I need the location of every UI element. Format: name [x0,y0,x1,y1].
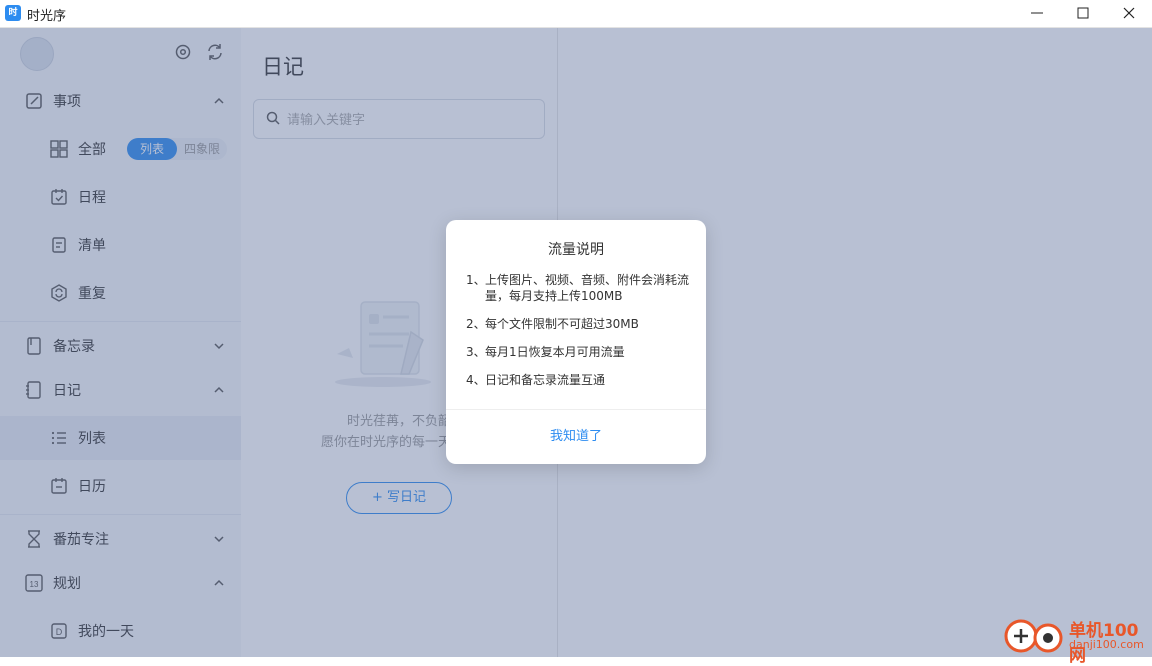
rule-number: 1、 [466,273,486,287]
got-it-button[interactable]: 我知道了 [446,410,706,464]
minimize-button[interactable] [1014,0,1060,27]
rule-text: 日记和备忘录流量互通 [485,373,606,387]
close-button[interactable] [1106,0,1152,27]
site-watermark: 单机100网 danji100.com [1003,614,1152,666]
dialog-rule: 1、 上传图片、视频、音频、附件会消耗流量，每月支持上传100MB [466,272,696,304]
rule-number: 3、 [466,345,486,359]
dialog-title: 流量说明 [548,242,604,258]
watermark-logo-icon [1003,614,1065,657]
maximize-button[interactable] [1060,0,1106,27]
rule-text: 每个文件限制不可超过30MB [485,317,639,331]
rule-text: 上传图片、视频、音频、附件会消耗流量，每月支持上传100MB [485,273,690,303]
watermark-url: danji100.com [1069,638,1144,651]
rule-number: 4、 [466,373,486,387]
window-title: 时光序 [27,9,67,24]
traffic-info-dialog: 流量说明 1、 上传图片、视频、音频、附件会消耗流量，每月支持上传100MB 2… [446,220,706,464]
app-logo-icon: 时 [5,5,21,21]
rule-text: 每月1日恢复本月可用流量 [485,345,625,359]
rule-number: 2、 [466,317,486,331]
title-bar: 时 时光序 [0,0,1152,28]
